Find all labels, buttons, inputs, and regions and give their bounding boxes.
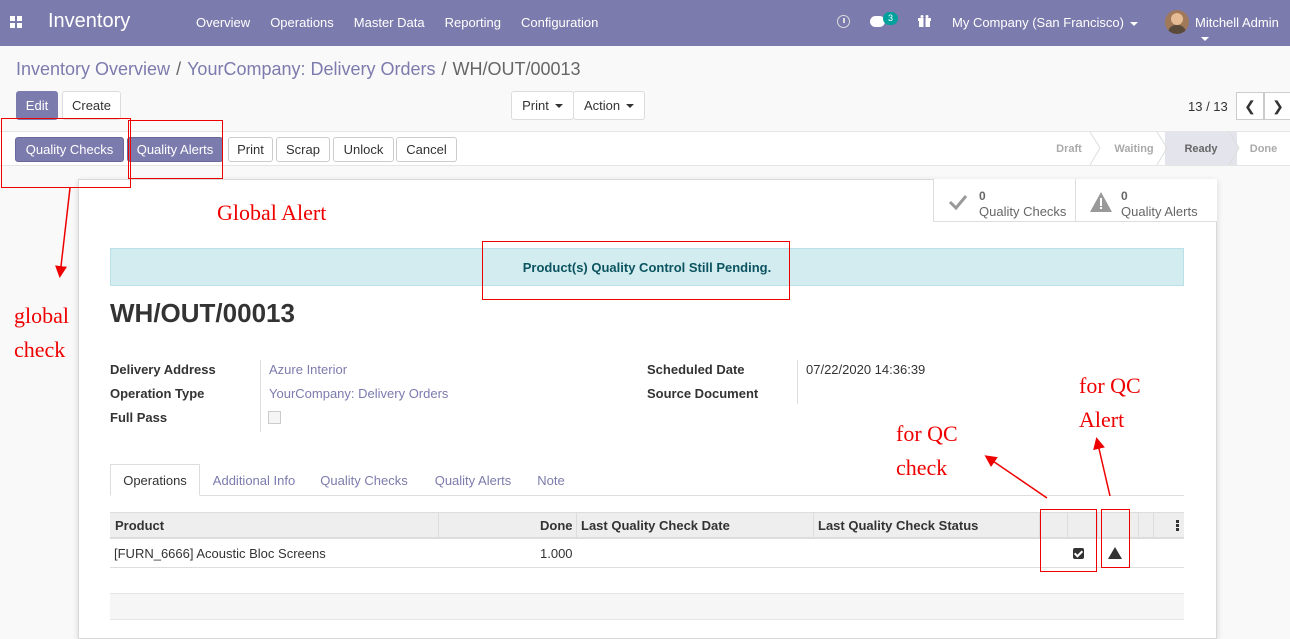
column-done[interactable]: Done: [540, 518, 573, 533]
column-product[interactable]: Product: [115, 518, 164, 533]
table-empty-row: [110, 593, 1184, 620]
chevron-down-icon: [1129, 21, 1138, 26]
field-divider: [260, 360, 261, 432]
chevron-down-icon: [626, 103, 635, 108]
company-switcher[interactable]: My Company (San Francisco): [952, 15, 1138, 30]
chat-count-badge: 3: [883, 12, 898, 25]
annotation-box-quality-checks: [1, 118, 131, 188]
breadcrumb: Inventory Overview / YourCompany: Delivery…: [16, 59, 581, 79]
scrap-button[interactable]: Scrap: [276, 137, 330, 162]
chevron-right-icon: ❯: [1272, 97, 1284, 114]
quality-checks-count: 0: [979, 189, 986, 203]
create-button[interactable]: Create: [62, 91, 121, 120]
tab-quality-checks[interactable]: Quality Checks: [310, 464, 418, 496]
row-product[interactable]: [FURN_6666] Acoustic Bloc Screens: [114, 546, 326, 561]
delivery-address-label: Delivery Address: [110, 362, 216, 377]
gift-icon[interactable]: [918, 15, 931, 27]
annotation-global-check-line2: check: [14, 337, 66, 362]
annotation-qc-alert-line1: for QC: [1079, 373, 1141, 398]
operation-type-value[interactable]: YourCompany: Delivery Orders: [269, 386, 448, 401]
delivery-address-value[interactable]: Azure Interior: [269, 362, 347, 377]
stage-done[interactable]: Done: [1237, 132, 1290, 165]
top-navbar: Inventory Overview Operations Master Dat…: [0, 0, 1290, 46]
annotation-qc-alert-line2: Alert: [1079, 407, 1125, 432]
stage-waiting[interactable]: Waiting: [1098, 132, 1170, 165]
column-divider: [1097, 513, 1098, 538]
record-title: WH/OUT/00013: [110, 298, 295, 328]
tab-additional-info[interactable]: Additional Info: [203, 464, 305, 496]
row-done[interactable]: 1.000: [540, 546, 573, 561]
annotation-box-qc-check: [1040, 509, 1097, 572]
quality-alerts-count: 0: [1121, 189, 1128, 203]
scheduled-date-value: 07/22/2020 14:36:39: [806, 362, 926, 377]
annotation-global-alert: Global Alert: [217, 200, 327, 225]
optional-columns-icon[interactable]: [1176, 520, 1179, 532]
full-pass-checkbox[interactable]: [268, 411, 281, 424]
annotation-qc-check-line2: check: [896, 455, 948, 480]
column-last-qc-status[interactable]: Last Quality Check Status: [818, 518, 978, 533]
field-divider: [797, 360, 798, 404]
column-divider: [1153, 513, 1154, 538]
annotation-box-qc-alert: [1101, 509, 1130, 568]
menu-configuration[interactable]: Configuration: [521, 15, 598, 30]
unlock-button[interactable]: Unlock: [333, 137, 394, 162]
chevron-down-icon: [554, 103, 563, 108]
operation-type-label: Operation Type: [110, 386, 205, 401]
breadcrumb-current: WH/OUT/00013: [452, 59, 581, 79]
next-record-button[interactable]: ❯: [1264, 92, 1290, 120]
breadcrumb-inventory-overview[interactable]: Inventory Overview: [16, 59, 170, 79]
scheduled-date-label: Scheduled Date: [647, 362, 745, 377]
print-button[interactable]: Print: [228, 137, 273, 162]
quality-checks-label: Quality Checks: [979, 204, 1067, 219]
annotation-box-quality-alerts: [128, 120, 223, 179]
tab-quality-alerts[interactable]: Quality Alerts: [424, 464, 522, 496]
annotation-global-check-line1: global: [14, 303, 69, 328]
menu-master-data[interactable]: Master Data: [354, 15, 425, 30]
pager-value[interactable]: 13 / 13: [1188, 99, 1228, 114]
menu-operations[interactable]: Operations: [270, 15, 334, 30]
main-menu: Overview Operations Master Data Reportin…: [196, 15, 618, 30]
warning-icon: [1090, 192, 1112, 212]
tab-operations[interactable]: Operations: [110, 464, 200, 496]
quality-alerts-label: Quality Alerts: [1121, 204, 1198, 219]
chevron-left-icon: ❮: [1244, 97, 1256, 114]
user-avatar[interactable]: [1165, 10, 1189, 34]
check-icon: [948, 195, 968, 210]
stage-ready[interactable]: Ready: [1165, 132, 1237, 165]
annotation-qc-check-line1: for QC: [896, 421, 958, 446]
column-divider: [813, 513, 814, 538]
edit-button[interactable]: Edit: [16, 91, 58, 120]
column-divider: [438, 513, 439, 538]
full-pass-label: Full Pass: [110, 410, 168, 425]
annotation-box-alert-message: [482, 241, 790, 300]
activity-clock-icon[interactable]: [837, 15, 850, 28]
row-divider: [110, 567, 1184, 568]
tab-note[interactable]: Note: [528, 464, 574, 496]
menu-overview[interactable]: Overview: [196, 15, 250, 30]
cancel-button[interactable]: Cancel: [396, 137, 457, 162]
arrow-global-check: [55, 187, 71, 278]
apps-menu-icon[interactable]: [10, 16, 23, 29]
stage-draft[interactable]: Draft: [1040, 132, 1098, 165]
menu-reporting[interactable]: Reporting: [445, 15, 501, 30]
action-dropdown[interactable]: Action: [573, 91, 645, 120]
previous-record-button[interactable]: ❮: [1236, 92, 1264, 120]
column-last-qc-date[interactable]: Last Quality Check Date: [581, 518, 730, 533]
app-title[interactable]: Inventory: [48, 10, 130, 33]
column-divider: [576, 513, 577, 538]
chevron-down-icon: [1201, 36, 1209, 41]
source-document-label: Source Document: [647, 386, 759, 401]
column-divider: [1138, 513, 1139, 538]
breadcrumb-delivery-orders[interactable]: YourCompany: Delivery Orders: [187, 59, 435, 79]
user-menu[interactable]: Mitchell Admin: [1195, 15, 1290, 45]
print-dropdown[interactable]: Print: [511, 91, 574, 120]
